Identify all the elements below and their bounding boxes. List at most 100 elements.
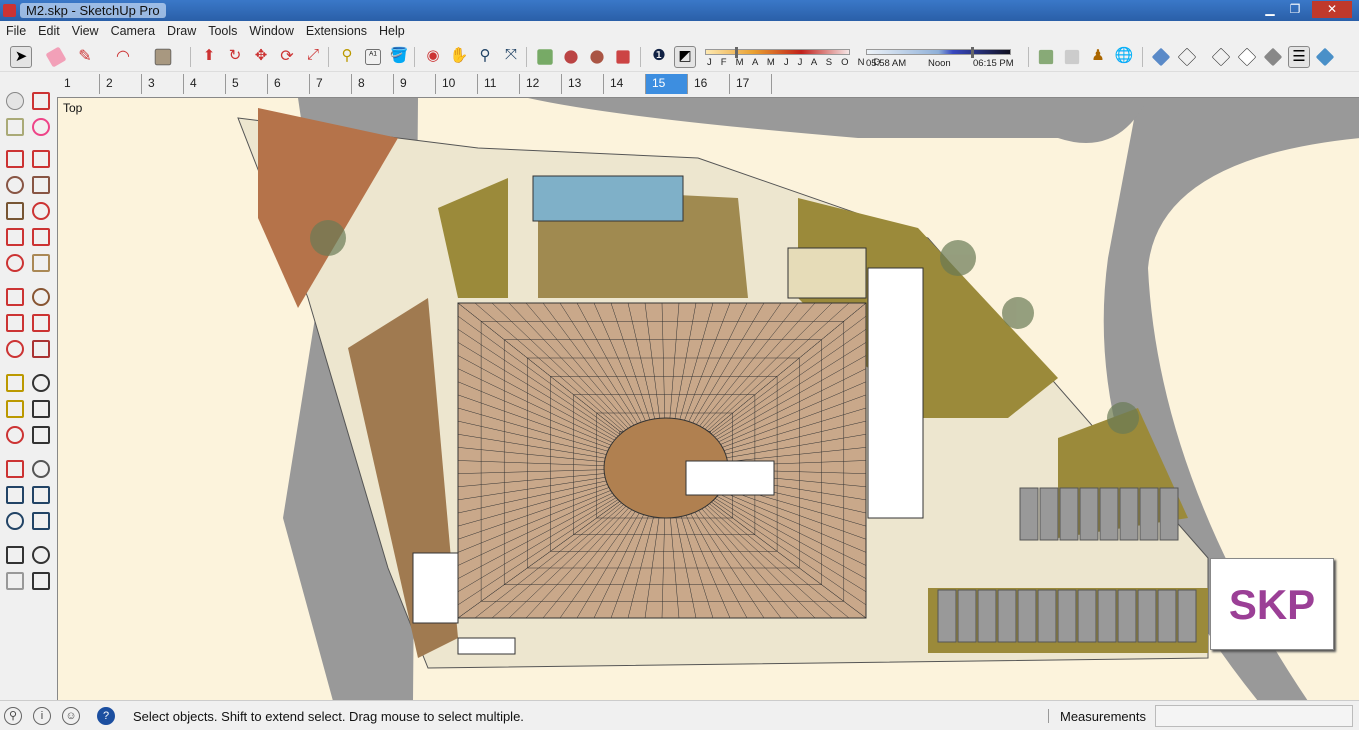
two-point-arc-tool-icon[interactable]	[6, 254, 24, 272]
close-button[interactable]: ✕	[1312, 1, 1352, 18]
scene-tab-3[interactable]: 3	[142, 74, 184, 94]
paint-bucket-icon[interactable]: 🪣	[388, 46, 410, 68]
zoom-extents-tool-icon[interactable]	[6, 512, 24, 530]
scene-tab-4[interactable]: 4	[184, 74, 226, 94]
zoom-icon[interactable]: ⚲	[474, 46, 496, 68]
select-tool-button[interactable]: ➤	[10, 46, 32, 68]
scene-tab-17[interactable]: 17	[730, 74, 772, 94]
menu-help[interactable]: Help	[373, 21, 411, 42]
menu-extensions[interactable]: Extensions	[300, 21, 373, 42]
component-tool-icon[interactable]	[32, 92, 50, 110]
polygon-tool-icon[interactable]	[32, 202, 50, 220]
scene-tab-8[interactable]: 8	[352, 74, 394, 94]
scale-tool-icon[interactable]	[6, 340, 24, 358]
menu-file[interactable]: File	[0, 21, 32, 42]
user-icon[interactable]: ☺	[62, 707, 80, 725]
hidden-line-icon[interactable]	[1237, 47, 1257, 67]
arc-tool-icon[interactable]	[6, 228, 24, 246]
menu-window[interactable]: Window	[243, 21, 299, 42]
arc-tool-icon[interactable]: ◠	[112, 46, 134, 68]
tape-measure-icon[interactable]: ⚲	[336, 46, 358, 68]
monochrome-icon[interactable]	[1315, 47, 1335, 67]
circle-tool-icon[interactable]	[6, 202, 24, 220]
zoom-window-tool-icon[interactable]	[32, 486, 50, 504]
rectangle-tool-icon[interactable]	[6, 176, 24, 194]
scene-tab-15[interactable]: 15	[646, 74, 688, 94]
look-around-tool-icon[interactable]	[32, 546, 50, 564]
rotate-tool-icon[interactable]	[6, 314, 24, 332]
time-slider[interactable]	[866, 47, 1011, 58]
scene-tab-14[interactable]: 14	[604, 74, 646, 94]
warehouse-icon[interactable]	[537, 49, 553, 65]
display-shadows-button[interactable]: ◩	[674, 46, 696, 68]
3d-text-tool-icon[interactable]	[32, 426, 50, 444]
viewport[interactable]: Top SKP	[57, 97, 1359, 700]
section-plane-tool-icon[interactable]	[32, 572, 50, 590]
restore-button[interactable]: ❐	[1284, 1, 1306, 18]
scene-tab-13[interactable]: 13	[562, 74, 604, 94]
xray-icon[interactable]	[1151, 47, 1171, 67]
shaded-icon[interactable]	[1263, 47, 1283, 67]
push-pull-icon[interactable]: ⬆	[198, 46, 220, 68]
pan-tool-icon[interactable]	[32, 460, 50, 478]
menu-tools[interactable]: Tools	[202, 21, 243, 42]
axes-tool-icon[interactable]	[6, 426, 24, 444]
select-tool-icon[interactable]	[6, 92, 24, 110]
freehand-tool-icon[interactable]	[32, 150, 50, 168]
extension-warehouse-icon[interactable]	[590, 50, 604, 64]
measurements-input[interactable]	[1155, 705, 1353, 727]
follow-me-icon[interactable]: ↻	[224, 46, 246, 68]
rotate-icon[interactable]: ⟳	[276, 46, 298, 68]
credits-icon[interactable]: i	[33, 707, 51, 725]
follow-me-tool-icon[interactable]	[32, 314, 50, 332]
shadow-settings-icon[interactable]: ❶	[648, 46, 670, 68]
menu-view[interactable]: View	[66, 21, 105, 42]
scene-tab-11[interactable]: 11	[478, 74, 520, 94]
pencil-tool-icon[interactable]	[6, 150, 24, 168]
paint-bucket-tool-icon[interactable]	[6, 118, 24, 136]
instructor-help-icon[interactable]: ?	[97, 707, 115, 725]
protractor-tool-icon[interactable]	[6, 400, 24, 418]
add-location-icon[interactable]	[1038, 49, 1054, 65]
text-tool-icon[interactable]: A1	[365, 49, 381, 65]
send-to-layout-icon[interactable]	[616, 50, 630, 64]
google-earth-icon[interactable]: 🌐	[1113, 46, 1135, 68]
scene-tab-10[interactable]: 10	[436, 74, 478, 94]
shaded-textures-button[interactable]: ☰	[1288, 46, 1310, 68]
rotated-rectangle-tool-icon[interactable]	[32, 176, 50, 194]
scene-tab-6[interactable]: 6	[268, 74, 310, 94]
menu-edit[interactable]: Edit	[32, 21, 66, 42]
pan-icon[interactable]: ✋	[448, 46, 470, 68]
time-slider-thumb[interactable]	[971, 47, 975, 58]
pencil-tool-icon[interactable]: ✎	[74, 46, 96, 68]
scene-tab-5[interactable]: 5	[226, 74, 268, 94]
previous-tool-icon[interactable]	[32, 512, 50, 530]
offset-tool-icon[interactable]	[32, 340, 50, 358]
scene-tab-2[interactable]: 2	[100, 74, 142, 94]
photo-textures-icon[interactable]: ♟	[1087, 46, 1109, 68]
zoom-extents-icon[interactable]: ⤧	[500, 46, 522, 68]
tape-measure-tool-icon[interactable]	[6, 374, 24, 392]
three-point-arc-tool-icon[interactable]	[32, 254, 50, 272]
back-edges-icon[interactable]	[1177, 47, 1197, 67]
minimize-button[interactable]: ▁	[1259, 1, 1281, 18]
zoom-tool-icon[interactable]	[6, 486, 24, 504]
date-slider[interactable]	[705, 47, 850, 58]
eraser-tool-icon[interactable]	[32, 118, 50, 136]
menu-camera[interactable]: Camera	[105, 21, 161, 42]
move-tool-icon[interactable]	[6, 288, 24, 306]
eraser-tool-icon[interactable]	[45, 46, 67, 68]
rectangle-tool-icon[interactable]	[154, 48, 172, 66]
orbit-tool-icon[interactable]	[6, 460, 24, 478]
wireframe-icon[interactable]	[1211, 47, 1231, 67]
scene-tab-7[interactable]: 7	[310, 74, 352, 94]
text-tool-icon[interactable]	[32, 400, 50, 418]
push-pull-tool-icon[interactable]	[32, 288, 50, 306]
scene-tab-9[interactable]: 9	[394, 74, 436, 94]
scene-tab-16[interactable]: 16	[688, 74, 730, 94]
scene-tab-1[interactable]: 1	[58, 74, 100, 94]
orbit-icon[interactable]: ◉	[422, 46, 444, 68]
components-icon[interactable]	[564, 50, 578, 64]
pie-tool-icon[interactable]	[32, 228, 50, 246]
move-icon[interactable]: ✥	[250, 46, 272, 68]
